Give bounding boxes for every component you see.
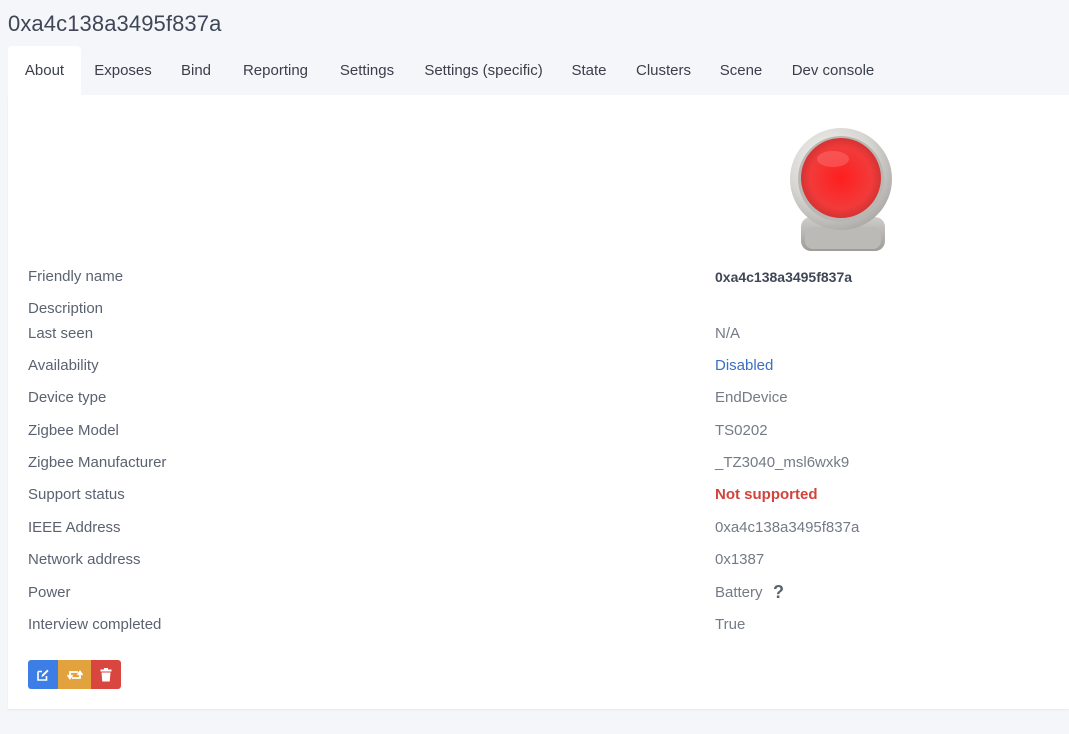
edit-icon bbox=[37, 669, 49, 681]
tab-reporting[interactable]: Reporting bbox=[227, 46, 324, 95]
red-button-device-icon bbox=[790, 128, 892, 251]
tab-settings-specific[interactable]: Settings (specific) bbox=[410, 46, 557, 95]
tab-settings[interactable]: Settings bbox=[324, 46, 410, 95]
trash-icon bbox=[100, 667, 112, 681]
zigbee-manufacturer-value: _TZ3040_msl6wxk9 bbox=[715, 454, 850, 471]
remove-button[interactable] bbox=[91, 660, 121, 689]
interview-completed-label: Interview completed bbox=[28, 616, 162, 633]
interview-completed-value: True bbox=[715, 616, 746, 633]
tab-state[interactable]: State bbox=[557, 46, 621, 95]
question-mark-icon[interactable]: ? bbox=[773, 582, 784, 603]
edit-button[interactable] bbox=[28, 660, 58, 689]
tab-bar: About Exposes Bind Reporting Settings Se… bbox=[8, 46, 890, 95]
tab-bind[interactable]: Bind bbox=[165, 46, 227, 95]
device-type-value: EndDevice bbox=[715, 389, 788, 406]
tab-exposes[interactable]: Exposes bbox=[81, 46, 165, 95]
tab-clusters[interactable]: Clusters bbox=[621, 46, 706, 95]
tab-dev-console[interactable]: Dev console bbox=[776, 46, 890, 95]
zigbee-manufacturer-label: Zigbee Manufacturer bbox=[28, 454, 167, 471]
zigbee-model-label: Zigbee Model bbox=[28, 422, 119, 439]
ieee-address-label: IEEE Address bbox=[28, 519, 121, 536]
last-seen-label: Last seen bbox=[28, 325, 94, 342]
power-value: Battery bbox=[715, 584, 763, 601]
availability-label: Availability bbox=[28, 357, 99, 374]
refresh-icon bbox=[66, 669, 83, 680]
interview-button[interactable] bbox=[58, 660, 91, 689]
support-status-value: Not supported bbox=[715, 486, 818, 503]
description-label: Description bbox=[28, 300, 104, 317]
device-actions bbox=[28, 660, 121, 689]
last-seen-value: N/A bbox=[715, 325, 741, 342]
support-status-label: Support status bbox=[28, 486, 125, 503]
availability-link[interactable]: Disabled bbox=[715, 357, 773, 374]
tab-about[interactable]: About bbox=[8, 46, 81, 95]
device-info-card bbox=[8, 95, 1069, 709]
tab-scene[interactable]: Scene bbox=[706, 46, 776, 95]
friendly-name-value: 0xa4c138a3495f837a bbox=[715, 269, 853, 285]
friendly-name-label: Friendly name bbox=[28, 268, 124, 285]
device-type-label: Device type bbox=[28, 389, 107, 406]
zigbee-model-value: TS0202 bbox=[715, 422, 768, 439]
ieee-address-value: 0xa4c138a3495f837a bbox=[715, 519, 860, 536]
network-address-value: 0x1387 bbox=[715, 551, 765, 568]
network-address-label: Network address bbox=[28, 551, 141, 568]
page-title: 0xa4c138a3495f837a bbox=[8, 11, 222, 36]
power-label: Power bbox=[28, 584, 71, 601]
